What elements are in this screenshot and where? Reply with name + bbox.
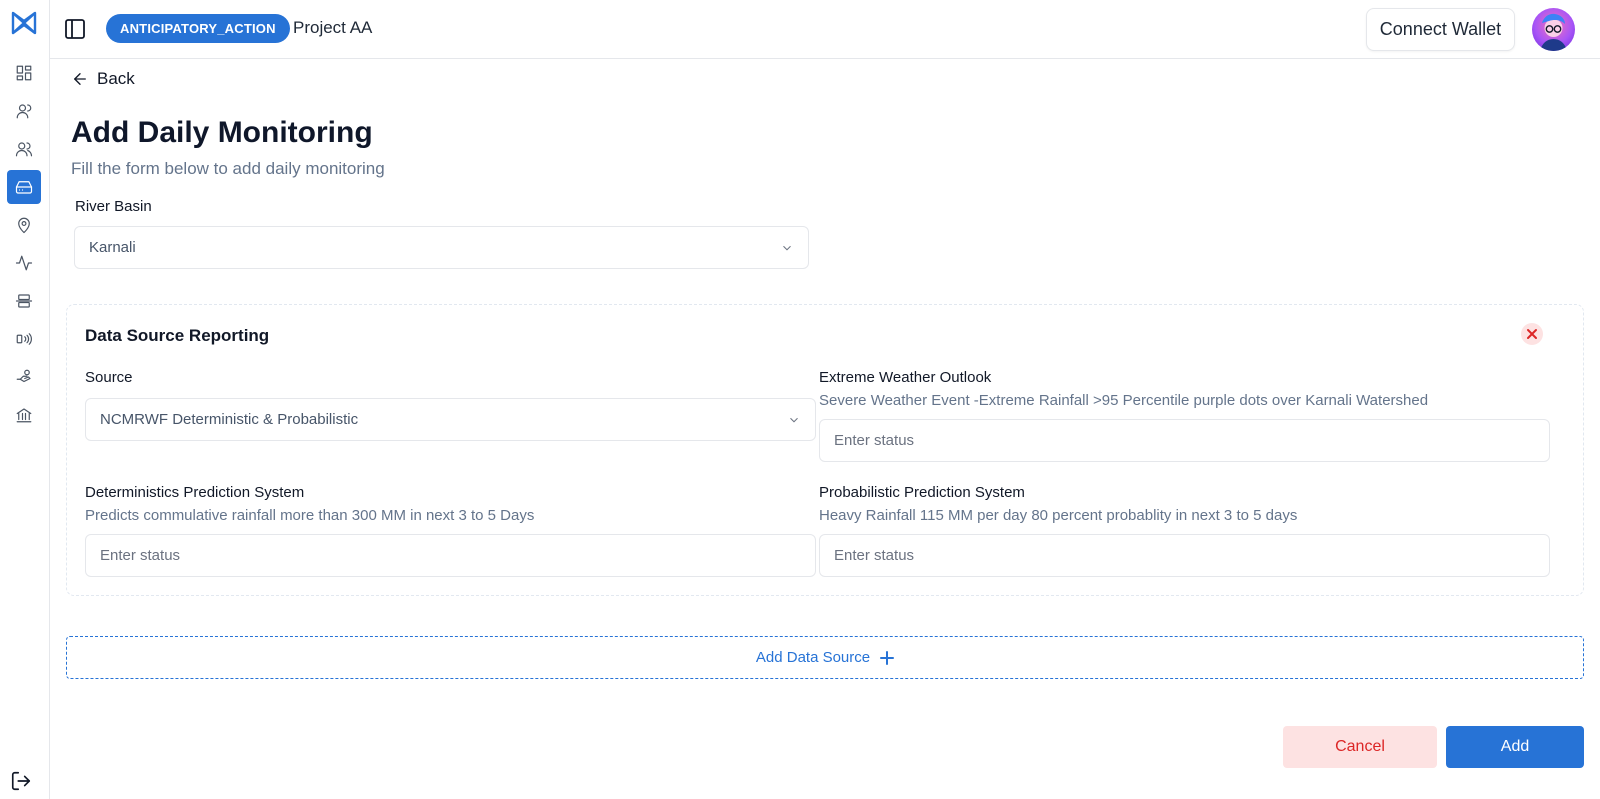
dashboard-icon <box>16 65 32 81</box>
page-title: Add Daily Monitoring <box>71 116 373 149</box>
data-source-card: Data Source Reporting Source NCMRWF Dete… <box>66 304 1584 596</box>
sidebar-item-communications[interactable] <box>7 322 41 356</box>
extreme-weather-label: Extreme Weather Outlook <box>819 369 992 386</box>
app-logo-icon[interactable] <box>11 10 37 36</box>
bank-icon <box>16 408 32 423</box>
close-icon <box>1527 329 1537 339</box>
extreme-weather-input[interactable] <box>819 419 1550 462</box>
user-icon <box>16 104 32 119</box>
river-basin-label: River Basin <box>75 198 152 215</box>
users-icon <box>15 142 33 157</box>
back-link[interactable]: Back <box>71 69 135 89</box>
probabilistic-input[interactable] <box>819 534 1550 577</box>
back-label: Back <box>97 69 135 88</box>
source-select[interactable]: NCMRWF Deterministic & Probabilistic <box>85 398 816 441</box>
avatar[interactable] <box>1532 8 1575 51</box>
river-basin-value: Karnali <box>89 239 136 256</box>
data-source-title: Data Source Reporting <box>85 326 270 345</box>
sidebar-item-payouts[interactable] <box>7 360 41 394</box>
main-content: Back Add Daily Monitoring Fill the form … <box>50 59 1600 799</box>
project-name: Project AA <box>293 18 373 37</box>
sidebar-item-data-sources[interactable] <box>7 170 41 204</box>
sidebar-item-activities[interactable] <box>7 246 41 280</box>
logout-button[interactable] <box>10 770 32 792</box>
sidebar-item-locations[interactable] <box>7 208 41 242</box>
map-pin-icon <box>18 217 30 234</box>
connect-wallet-button[interactable]: Connect Wallet <box>1366 8 1515 51</box>
sidebar-toggle-button[interactable] <box>63 17 87 41</box>
page-subtitle: Fill the form below to add daily monitor… <box>71 159 385 178</box>
deterministic-hint: Predicts commulative rainfall more than … <box>85 507 535 524</box>
sidebar-item-groups[interactable] <box>7 132 41 166</box>
plus-icon <box>880 650 895 665</box>
extreme-weather-hint: Severe Weather Event -Extreme Rainfall >… <box>819 392 1429 409</box>
hand-coins-icon <box>16 369 31 383</box>
add-data-source-button[interactable]: Add Data Source <box>66 636 1584 679</box>
arrow-left-icon <box>74 73 86 85</box>
top-bar: ANTICIPATORY_ACTION Project AA Connect W… <box>50 0 1600 59</box>
logout-icon <box>11 771 31 791</box>
chevron-down-icon <box>783 245 791 250</box>
cancel-button[interactable]: Cancel <box>1283 726 1437 768</box>
deterministic-input[interactable] <box>85 534 816 577</box>
deterministic-label: Deterministics Prediction System <box>85 484 305 501</box>
source-label: Source <box>85 369 133 386</box>
add-button[interactable]: Add <box>1446 726 1584 768</box>
sidebar-item-funds[interactable] <box>7 398 41 432</box>
activity-icon <box>15 255 33 271</box>
align-center-icon <box>15 294 33 308</box>
hard-drive-icon <box>15 181 33 194</box>
sidebar <box>0 0 50 799</box>
add-data-source-label: Add Data Source <box>755 649 871 666</box>
remove-data-source-button[interactable] <box>1521 323 1543 345</box>
chevron-down-icon <box>790 417 798 422</box>
probabilistic-label: Probabilistic Prediction System <box>819 484 1025 501</box>
project-type-badge: ANTICIPATORY_ACTION <box>106 14 290 43</box>
panel-left-icon <box>65 19 85 39</box>
sidebar-item-triggers[interactable] <box>7 284 41 318</box>
probabilistic-hint: Heavy Rainfall 115 MM per day 80 percent… <box>819 507 1298 524</box>
sidebar-item-beneficiaries[interactable] <box>7 94 41 128</box>
source-value: NCMRWF Deterministic & Probabilistic <box>100 411 359 428</box>
broadcast-icon <box>16 333 32 345</box>
sidebar-item-dashboard[interactable] <box>7 56 41 90</box>
river-basin-select[interactable]: Karnali <box>74 226 809 269</box>
